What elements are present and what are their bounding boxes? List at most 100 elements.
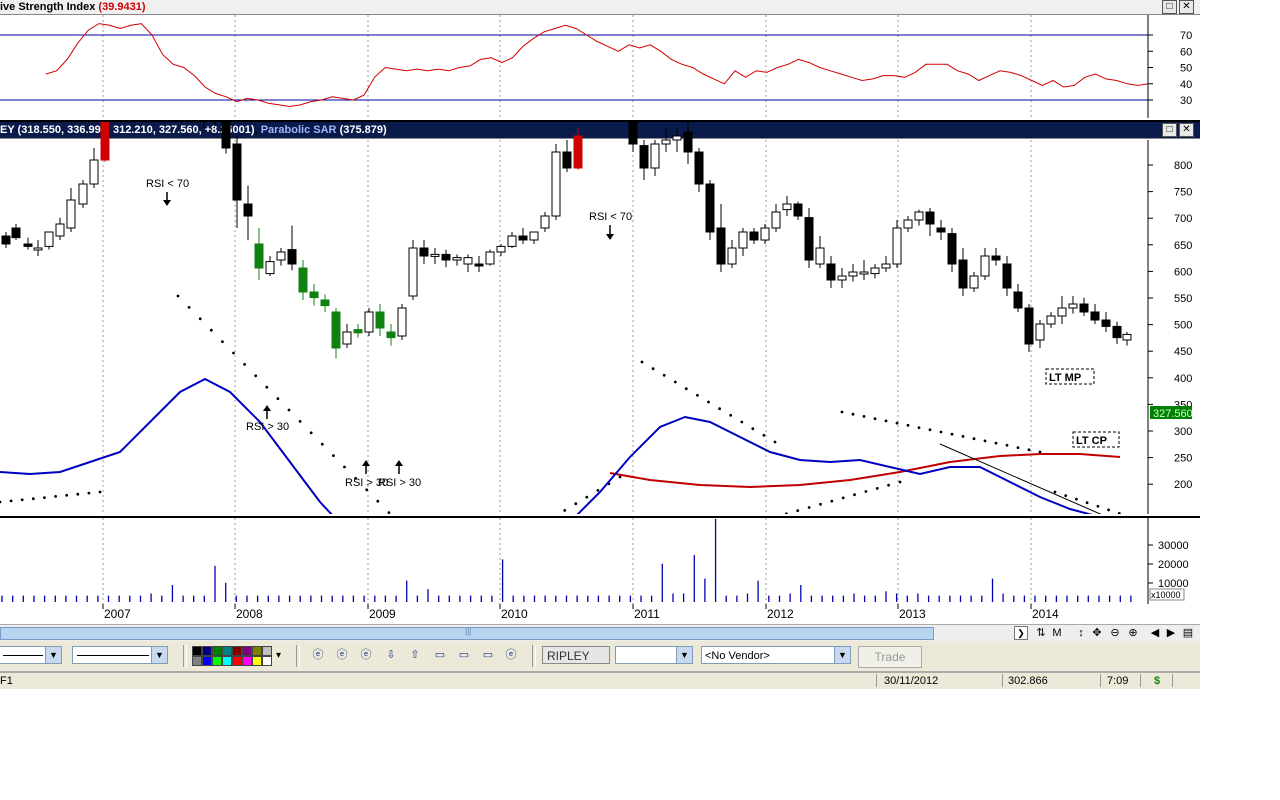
- signal-arrow-head: [395, 460, 403, 466]
- download-icon[interactable]: ⇩: [382, 647, 400, 664]
- sar-dot: [243, 363, 247, 366]
- candle-body: [925, 211, 935, 225]
- window-layout-icon[interactable]: ▭: [479, 647, 497, 664]
- candle-body: [738, 231, 748, 249]
- browser-icon[interactable]: ⓔ: [333, 647, 351, 664]
- color-swatch[interactable]: [222, 646, 232, 656]
- candle-body: [914, 211, 924, 221]
- candle-body: [562, 151, 572, 169]
- volume-tick-label: 30000: [1158, 540, 1189, 552]
- color-swatch[interactable]: [202, 646, 212, 656]
- candle-body: [232, 143, 242, 201]
- sar-dot: [1005, 443, 1009, 447]
- status-separator: [1140, 674, 1141, 687]
- candle-body: [23, 243, 33, 247]
- window-layout-icon[interactable]: ▭: [431, 647, 449, 664]
- candle-body: [1013, 291, 1023, 309]
- sar-dot: [707, 400, 710, 404]
- candle-body: [771, 211, 781, 229]
- browser-icon[interactable]: ⓔ: [502, 647, 520, 664]
- color-swatch[interactable]: [192, 646, 202, 656]
- sar-dot: [287, 408, 291, 412]
- sar-dot: [343, 465, 346, 469]
- color-swatch[interactable]: [212, 646, 222, 656]
- sar-dot: [585, 495, 589, 499]
- candle-body: [837, 275, 847, 281]
- currency-icon[interactable]: $: [1154, 674, 1160, 688]
- zoom-in-icon[interactable]: ⊕: [1126, 627, 1140, 639]
- color-swatch[interactable]: [202, 656, 212, 666]
- candle-body: [892, 227, 902, 265]
- sar-dot: [574, 502, 578, 506]
- browser-icon[interactable]: ⓔ: [357, 647, 375, 664]
- line-width-select[interactable]: ▼: [72, 646, 168, 664]
- chevron-down-icon[interactable]: ▼: [151, 647, 167, 663]
- color-swatch[interactable]: [232, 656, 242, 666]
- upload-icon[interactable]: ⇧: [406, 647, 424, 664]
- vertical-resize-icon[interactable]: ↕: [1074, 627, 1088, 639]
- status-time: 7:09: [1107, 675, 1129, 687]
- sar-dot: [830, 499, 834, 503]
- line-width-sample: [77, 655, 149, 656]
- chevron-down-icon[interactable]: ▼: [834, 647, 850, 663]
- sar-dot: [54, 495, 57, 498]
- sar-dot: [651, 367, 655, 371]
- sar-dot: [43, 496, 46, 499]
- color-swatch[interactable]: [262, 646, 272, 656]
- candle-body: [903, 219, 913, 229]
- fit-icon[interactable]: ▤: [1181, 627, 1195, 639]
- candle-body: [243, 203, 253, 217]
- candle-body: [529, 231, 539, 241]
- trade-button[interactable]: Trade: [858, 646, 922, 668]
- color-swatch[interactable]: [212, 656, 222, 666]
- status-value: 302.866: [1008, 675, 1048, 687]
- candle-body: [276, 251, 286, 261]
- rsi-tick-label: 50: [1180, 63, 1192, 75]
- zoom-out-icon[interactable]: ⊖: [1108, 627, 1122, 639]
- color-swatch[interactable]: [242, 656, 252, 666]
- color-swatch[interactable]: [242, 646, 252, 656]
- color-swatch[interactable]: [252, 646, 262, 656]
- scrollbar-thumb[interactable]: |||: [0, 627, 934, 640]
- candle-body: [683, 131, 693, 153]
- period-select[interactable]: ▼: [615, 646, 693, 664]
- sar-dot: [87, 491, 91, 495]
- move-icon[interactable]: ✥: [1090, 627, 1104, 639]
- candle-body: [628, 122, 638, 145]
- candle-body: [991, 255, 1001, 261]
- sar-dot: [332, 454, 335, 457]
- sar-dot: [751, 427, 755, 431]
- candle-body: [408, 247, 418, 297]
- volume-plot: 30000 20000 10000 x10000: [1, 518, 1189, 604]
- sar-dot: [773, 440, 777, 444]
- candle-body: [1035, 323, 1045, 341]
- rsi-signal-label: RSI > 30: [246, 421, 289, 433]
- symbol-field[interactable]: RIPLEY: [542, 646, 610, 664]
- chevron-down-icon[interactable]: ▼: [676, 647, 692, 663]
- candle-body: [650, 143, 660, 169]
- sar-dot: [961, 435, 965, 438]
- color-swatch[interactable]: [232, 646, 242, 656]
- rsi-plot: 70 60 50 40 30: [0, 15, 1192, 118]
- color-palette[interactable]: ▾: [192, 645, 281, 667]
- volume-multiplier: x10000: [1151, 590, 1181, 600]
- scroll-left-icon[interactable]: ◀: [1148, 627, 1162, 639]
- horizontal-scrollbar[interactable]: ||| ❯ ⇅ M ↕ ✥ ⊖ ⊕ ◀ ▶ ▤: [0, 624, 1200, 642]
- year-label: 2008: [236, 607, 263, 621]
- sar-dot: [887, 483, 890, 487]
- color-swatch[interactable]: [252, 656, 262, 666]
- window-layout-icon[interactable]: ▭: [455, 647, 473, 664]
- chevron-down-icon[interactable]: ▾: [276, 650, 281, 661]
- sync-icon[interactable]: ⇅: [1034, 627, 1048, 639]
- signal-arrow-head: [163, 200, 171, 206]
- scroll-right-icon[interactable]: ▶: [1164, 627, 1178, 639]
- vendor-select[interactable]: <No Vendor> ▼: [701, 646, 851, 664]
- color-swatch[interactable]: [192, 656, 202, 666]
- color-swatch[interactable]: [222, 656, 232, 666]
- scroll-right-button[interactable]: ❯: [1014, 626, 1028, 640]
- browser-icon[interactable]: ⓔ: [309, 647, 327, 664]
- chevron-down-icon[interactable]: ▼: [45, 647, 61, 663]
- line-style-select[interactable]: ▼: [0, 646, 62, 664]
- color-swatch[interactable]: [262, 656, 272, 666]
- mode-m-button[interactable]: M: [1050, 627, 1064, 639]
